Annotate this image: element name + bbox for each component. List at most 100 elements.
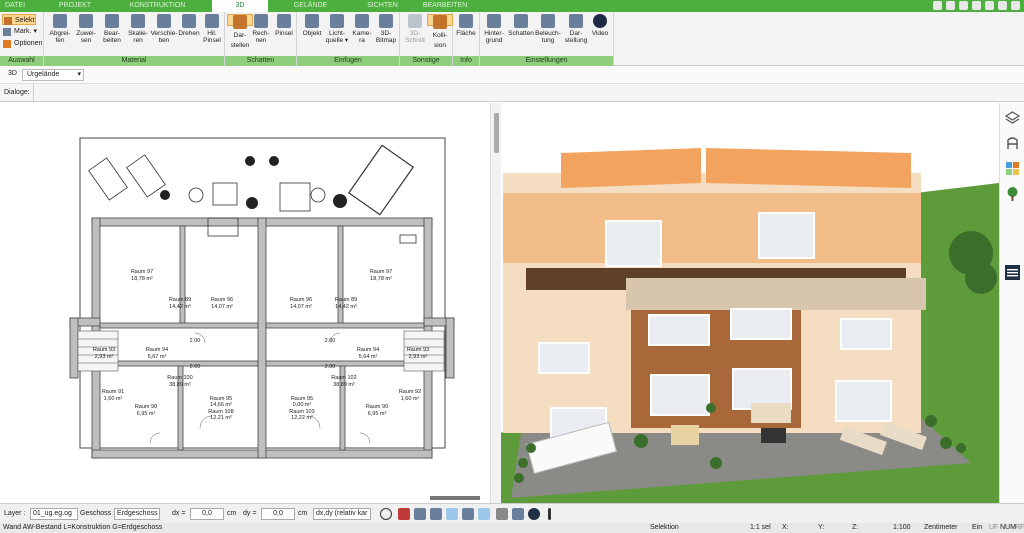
room-area: 38,89 m²	[333, 382, 355, 388]
record-icon[interactable]	[398, 508, 410, 520]
group-label-einstellungen: Einstellungen	[480, 56, 613, 66]
label: nen	[255, 37, 267, 44]
3d-cube-icon[interactable]	[478, 508, 490, 520]
plus-icon	[3, 40, 11, 48]
room-label: Raum 89	[335, 297, 357, 303]
dx-input[interactable]: 0,0	[190, 508, 224, 520]
chair-icon[interactable]	[1005, 136, 1020, 151]
pen-icon[interactable]	[933, 1, 942, 10]
dy-input[interactable]: 0,0	[261, 508, 295, 520]
clock-icon[interactable]	[380, 508, 392, 520]
flaeche-button[interactable]: Fläche	[453, 14, 479, 54]
layers-icon[interactable]	[1005, 110, 1020, 125]
tab-bearbeiten[interactable]: BEARBEITEN	[420, 0, 470, 12]
vertical-scrollbar[interactable]	[490, 103, 501, 503]
walls	[69, 217, 455, 459]
horizontal-scroll-thumb[interactable]	[430, 496, 480, 500]
room-label: Raum 102	[331, 375, 356, 381]
tab-konstruktion[interactable]: KONSTRUKTION	[125, 0, 190, 12]
optionen-button[interactable]: Optionen	[2, 38, 42, 49]
status-scale: 1:100	[893, 524, 911, 531]
3d-bitmap-button[interactable]: 3D- Bitmap	[373, 14, 399, 54]
label: ren	[133, 37, 143, 44]
kollision-button[interactable]: Kolli-sion	[427, 14, 453, 49]
room-label: Raum 94	[357, 347, 379, 353]
label: Pinsel	[203, 37, 221, 44]
help-icon[interactable]	[998, 1, 1007, 10]
label: fen	[55, 37, 65, 44]
beleuchtung-button[interactable]: Beleuch-tung	[534, 14, 562, 54]
room-label: Raum 92	[399, 389, 421, 395]
label: grund	[485, 37, 503, 44]
window-icon[interactable]	[946, 1, 955, 10]
lichtquelle-button[interactable]: Licht-quelle ▾	[324, 14, 350, 54]
mark-button[interactable]: Mark. ▾	[2, 26, 37, 37]
grid-icon[interactable]	[496, 508, 508, 520]
edit-icon	[105, 14, 119, 28]
materials-icon[interactable]	[1005, 161, 1020, 176]
scroll-thumb[interactable]	[494, 113, 499, 153]
label: Video	[591, 30, 609, 37]
tab-projekt[interactable]: PROJEKT	[55, 0, 95, 12]
roof-left	[561, 148, 701, 188]
selekt-button[interactable]: Selekt	[2, 14, 36, 25]
chevron-down-icon: ▾	[77, 71, 81, 78]
snap-icon[interactable]	[414, 508, 426, 520]
settings-icon[interactable]	[1011, 1, 1020, 10]
bearbeiten-button[interactable]: Bear-beiten	[99, 14, 125, 54]
grid-snap-icon[interactable]	[430, 508, 442, 520]
darstellung-button[interactable]: Dar-stellung	[562, 14, 590, 54]
label: Bitmap	[375, 37, 397, 44]
kamera-button[interactable]: Kame-ra	[349, 14, 375, 54]
pinsel-button[interactable]: Pinsel	[271, 14, 297, 54]
chevron-down-icon: ▾	[31, 28, 37, 35]
section-icon	[408, 14, 422, 28]
label: stellung	[564, 37, 588, 44]
room-area: 2,93 m²	[409, 354, 428, 360]
label: quelle ▾	[325, 37, 349, 44]
abgreifen-button[interactable]: Abgrei-fen	[47, 14, 73, 54]
room-label: Raum 94	[146, 347, 168, 353]
relative-mode-select[interactable]: dx,dy (relativ kar	[313, 508, 371, 520]
room-label: Raum 100	[167, 375, 192, 381]
3d-view[interactable]	[501, 103, 999, 503]
rotate-icon	[182, 14, 196, 28]
3d-schnitt-button[interactable]: 3D- Schnitt	[402, 14, 428, 54]
north-icon[interactable]	[528, 508, 540, 520]
layer-select[interactable]: 01_ug.eg.og	[30, 508, 78, 520]
label: tung	[541, 37, 555, 44]
assign-icon	[79, 14, 93, 28]
room-label: Raum 96	[290, 297, 312, 303]
tab-gelaende[interactable]: GELÄNDE	[288, 0, 333, 12]
layers-small-icon[interactable]	[512, 508, 524, 520]
floor-plan-view[interactable]: Raum 97 18,78 m² Raum 97 18,78 m² Raum 9…	[0, 103, 490, 503]
room-area: 14,42 m²	[335, 304, 357, 310]
group-label-material: Material	[44, 56, 224, 66]
objekt-button[interactable]: Objekt	[299, 14, 325, 54]
label: ben	[158, 37, 170, 44]
room-area: 38,89 m²	[169, 382, 191, 388]
paint-icon[interactable]	[959, 1, 968, 10]
zuweisen-button[interactable]: Zuwei-sen	[73, 14, 99, 54]
group-einstellungen: Hinter-grund Schatten Beleuch-tung Dar-s…	[480, 12, 614, 66]
tree-icon[interactable]	[1005, 186, 1020, 201]
tab-sichten[interactable]: SICHTEN	[360, 0, 405, 12]
copy-icon[interactable]	[985, 1, 994, 10]
geschoss-select[interactable]: Erdgeschoss	[114, 508, 160, 520]
menu-tab-bar: DATEI PROJEKT KONSTRUKTION 3D GELÄNDE SI…	[0, 0, 1024, 13]
tab-datei[interactable]: DATEI	[0, 0, 30, 12]
schatten-settings-button[interactable]: Schatten	[507, 14, 535, 54]
terrain-select[interactable]: Urgelände ▾	[22, 69, 84, 81]
view-mode-bar: 3D Urgelände ▾	[0, 66, 1024, 84]
house-shadow-icon	[514, 14, 528, 28]
hil-pinsel-button[interactable]: Hil. Pinsel	[199, 14, 225, 54]
hintergrund-button[interactable]: Hinter-grund	[481, 14, 507, 54]
line-tool-icon[interactable]	[446, 508, 458, 520]
video-button[interactable]: Video	[587, 14, 613, 54]
collision-icon	[433, 15, 447, 29]
print-icon[interactable]	[972, 1, 981, 10]
label: Dar-	[233, 32, 247, 39]
plants	[160, 156, 347, 209]
hamburger-menu-icon[interactable]	[1005, 265, 1020, 280]
angle-icon[interactable]	[462, 508, 474, 520]
